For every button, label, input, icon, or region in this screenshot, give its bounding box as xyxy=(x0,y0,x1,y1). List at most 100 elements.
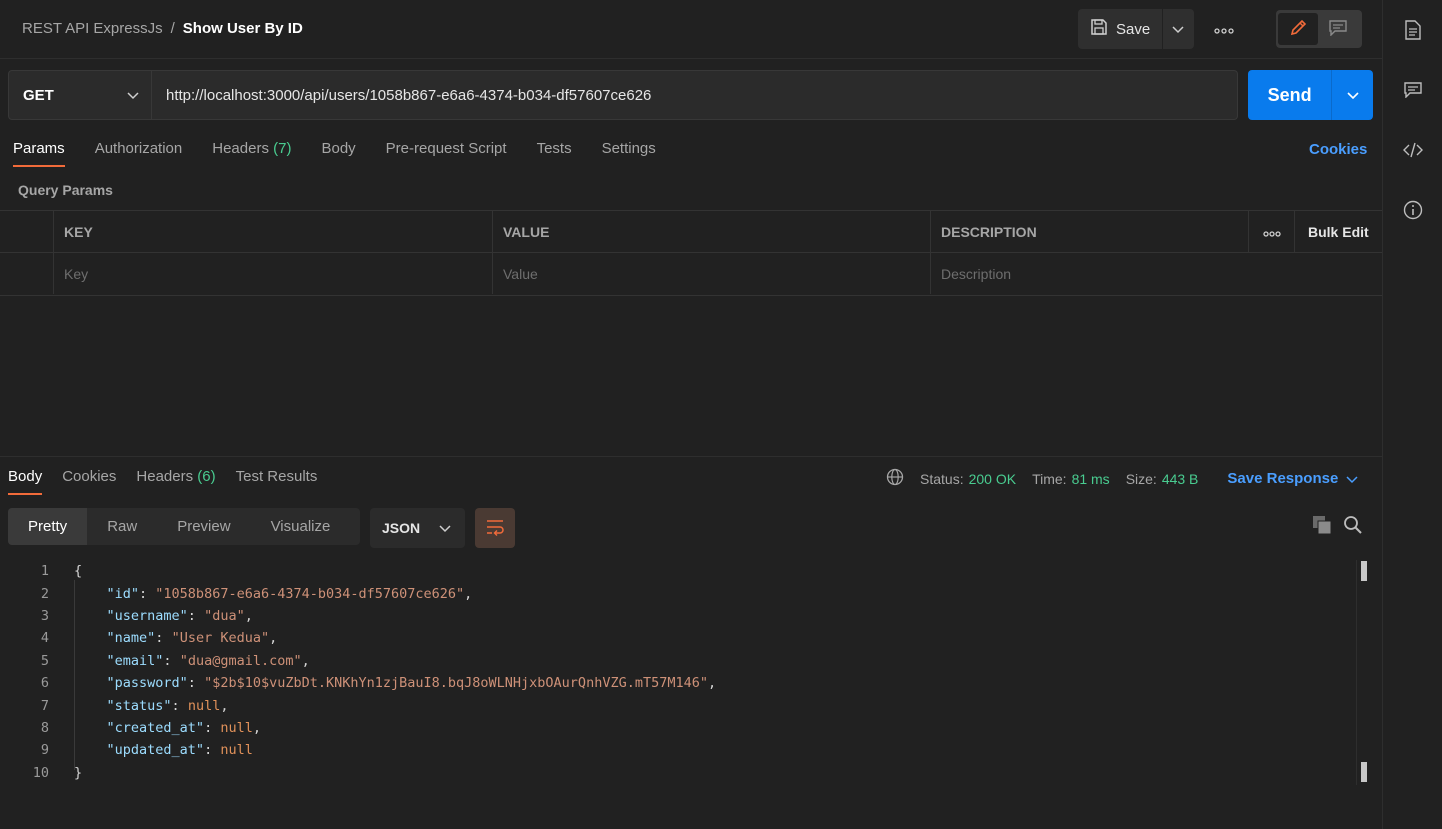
response-view-group: Pretty Raw Preview Visualize xyxy=(8,508,360,545)
tab-body[interactable]: Body xyxy=(321,140,355,167)
response-tab-test-results[interactable]: Test Results xyxy=(236,468,318,495)
mode-toggle xyxy=(1276,10,1362,48)
globe-icon[interactable] xyxy=(886,468,904,489)
line-number: 10 xyxy=(32,764,49,781)
edit-mode-button[interactable] xyxy=(1278,13,1318,45)
size-label: Size: xyxy=(1125,470,1157,487)
send-button-group: Send xyxy=(1248,70,1373,120)
response-divider[interactable] xyxy=(0,456,1382,457)
view-visualize[interactable]: Visualize xyxy=(251,508,351,545)
code-text: "updated_at": null xyxy=(106,742,253,759)
code-line: 8 "created_at": null, xyxy=(0,717,1350,739)
code-text: "status": null, xyxy=(106,697,229,714)
tab-pre-request-script[interactable]: Pre-request Script xyxy=(386,140,507,167)
code-scrollbar[interactable] xyxy=(1356,560,1371,785)
save-response-button[interactable]: Save Response xyxy=(1227,470,1338,487)
bulk-edit-button[interactable]: Bulk Edit xyxy=(1294,211,1382,252)
format-select[interactable]: JSON xyxy=(370,508,465,548)
response-tab-headers[interactable]: Headers (6) xyxy=(136,468,215,495)
request-title[interactable]: Show User By ID xyxy=(183,20,303,37)
description-column-header: DESCRIPTION xyxy=(930,211,1248,252)
scrollbar-marker xyxy=(1361,561,1367,581)
save-options-button[interactable] xyxy=(1162,9,1193,49)
method-label: GET xyxy=(23,86,54,104)
code-text: "name": "User Kedua", xyxy=(106,630,278,647)
code-line: 6 "password": "$2b$10$vuZbDt.KNKhYn1zjBa… xyxy=(0,672,1350,694)
code-line: 10} xyxy=(0,762,1350,784)
code-text: "id": "1058b867-e6a6-4374-b034-df57607ce… xyxy=(106,585,473,602)
more-icon xyxy=(1214,21,1234,37)
response-tab-body[interactable]: Body xyxy=(8,468,43,495)
tab-authorization[interactable]: Authorization xyxy=(95,140,183,167)
code-line: 5 "email": "dua@gmail.com", xyxy=(0,650,1350,672)
scrollbar-marker xyxy=(1361,762,1367,782)
key-input[interactable]: Key xyxy=(53,253,492,294)
status-value[interactable]: 200 OK xyxy=(969,471,1016,487)
breadcrumb-collection[interactable]: REST API ExpressJs xyxy=(22,20,163,37)
view-raw[interactable]: Raw xyxy=(87,508,157,545)
more-actions-button[interactable] xyxy=(1212,18,1236,40)
column-options-button[interactable] xyxy=(1248,211,1294,252)
breadcrumb-separator: / xyxy=(170,20,175,37)
line-number: 9 xyxy=(40,742,49,759)
line-number: 3 xyxy=(40,607,49,624)
pencil-icon xyxy=(1289,19,1307,40)
right-sidebar xyxy=(1382,0,1442,829)
chevron-down-icon[interactable] xyxy=(1346,471,1358,487)
method-select[interactable]: GET xyxy=(8,70,152,120)
table-row: Key Value Description xyxy=(0,253,1382,294)
code-text: "password": "$2b$10$vuZbDt.KNKhYn1zjBauI… xyxy=(106,675,717,692)
code-text: "created_at": null, xyxy=(106,719,261,736)
value-input[interactable]: Value xyxy=(492,253,930,294)
table-header-row: KEY VALUE DESCRIPTION Bulk Edit xyxy=(0,211,1382,253)
code-line: 7 "status": null, xyxy=(0,694,1350,716)
save-label: Save xyxy=(1116,20,1151,38)
size-value[interactable]: 443 B xyxy=(1162,471,1199,487)
tab-params[interactable]: Params xyxy=(13,140,65,167)
line-number: 5 xyxy=(40,652,49,669)
save-button-group: Save xyxy=(1078,9,1194,49)
line-number: 6 xyxy=(40,675,49,692)
cookies-link[interactable]: Cookies xyxy=(1309,141,1367,158)
tab-settings[interactable]: Settings xyxy=(602,140,656,167)
info-icon[interactable] xyxy=(1402,199,1424,221)
response-status-bar: Status: 200 OK Time: 81 ms Size: 443 B S… xyxy=(886,468,1358,489)
tab-headers[interactable]: Headers (7) xyxy=(212,140,291,167)
view-pretty[interactable]: Pretty xyxy=(8,508,88,545)
value-column-header: VALUE xyxy=(492,211,930,252)
description-input[interactable]: Description xyxy=(930,253,1382,294)
comment-icon xyxy=(1329,19,1347,39)
code-line: 2 "id": "1058b867-e6a6-4374-b034-df57607… xyxy=(0,582,1350,604)
wrap-lines-button[interactable] xyxy=(475,508,515,548)
chevron-down-icon xyxy=(1172,21,1184,37)
response-tab-cookies[interactable]: Cookies xyxy=(62,468,116,495)
save-button[interactable]: Save xyxy=(1078,9,1162,49)
time-value[interactable]: 81 ms xyxy=(1072,471,1110,487)
code-text: } xyxy=(74,764,83,781)
code-text: { xyxy=(74,563,83,580)
code-line: 3 "username": "dua", xyxy=(0,605,1350,627)
line-number: 4 xyxy=(40,630,49,647)
documentation-icon[interactable] xyxy=(1402,19,1424,41)
send-button[interactable]: Send xyxy=(1248,70,1331,120)
view-preview[interactable]: Preview xyxy=(157,508,250,545)
code-text: "username": "dua", xyxy=(106,607,253,624)
comment-mode-button[interactable] xyxy=(1318,13,1358,45)
code-line: 4 "name": "User Kedua", xyxy=(0,627,1350,649)
tab-tests[interactable]: Tests xyxy=(537,140,572,167)
line-number: 7 xyxy=(40,697,49,714)
send-options-button[interactable] xyxy=(1331,70,1373,120)
status-label: Status: xyxy=(920,470,964,487)
response-tabs: Body Cookies Headers (6) Test Results xyxy=(8,468,337,495)
comments-icon[interactable] xyxy=(1402,79,1424,101)
code-icon[interactable] xyxy=(1402,139,1424,161)
search-icon[interactable] xyxy=(1343,515,1363,538)
copy-icon[interactable] xyxy=(1312,515,1332,538)
chevron-down-icon xyxy=(127,87,139,103)
url-input[interactable]: http://localhost:3000/api/users/1058b867… xyxy=(152,70,1238,120)
code-line: 1{ xyxy=(0,560,1350,582)
more-icon xyxy=(1262,224,1281,240)
key-column-header: KEY xyxy=(53,211,492,252)
query-params-title: Query Params xyxy=(18,182,113,198)
headers-count: (7) xyxy=(273,140,292,157)
